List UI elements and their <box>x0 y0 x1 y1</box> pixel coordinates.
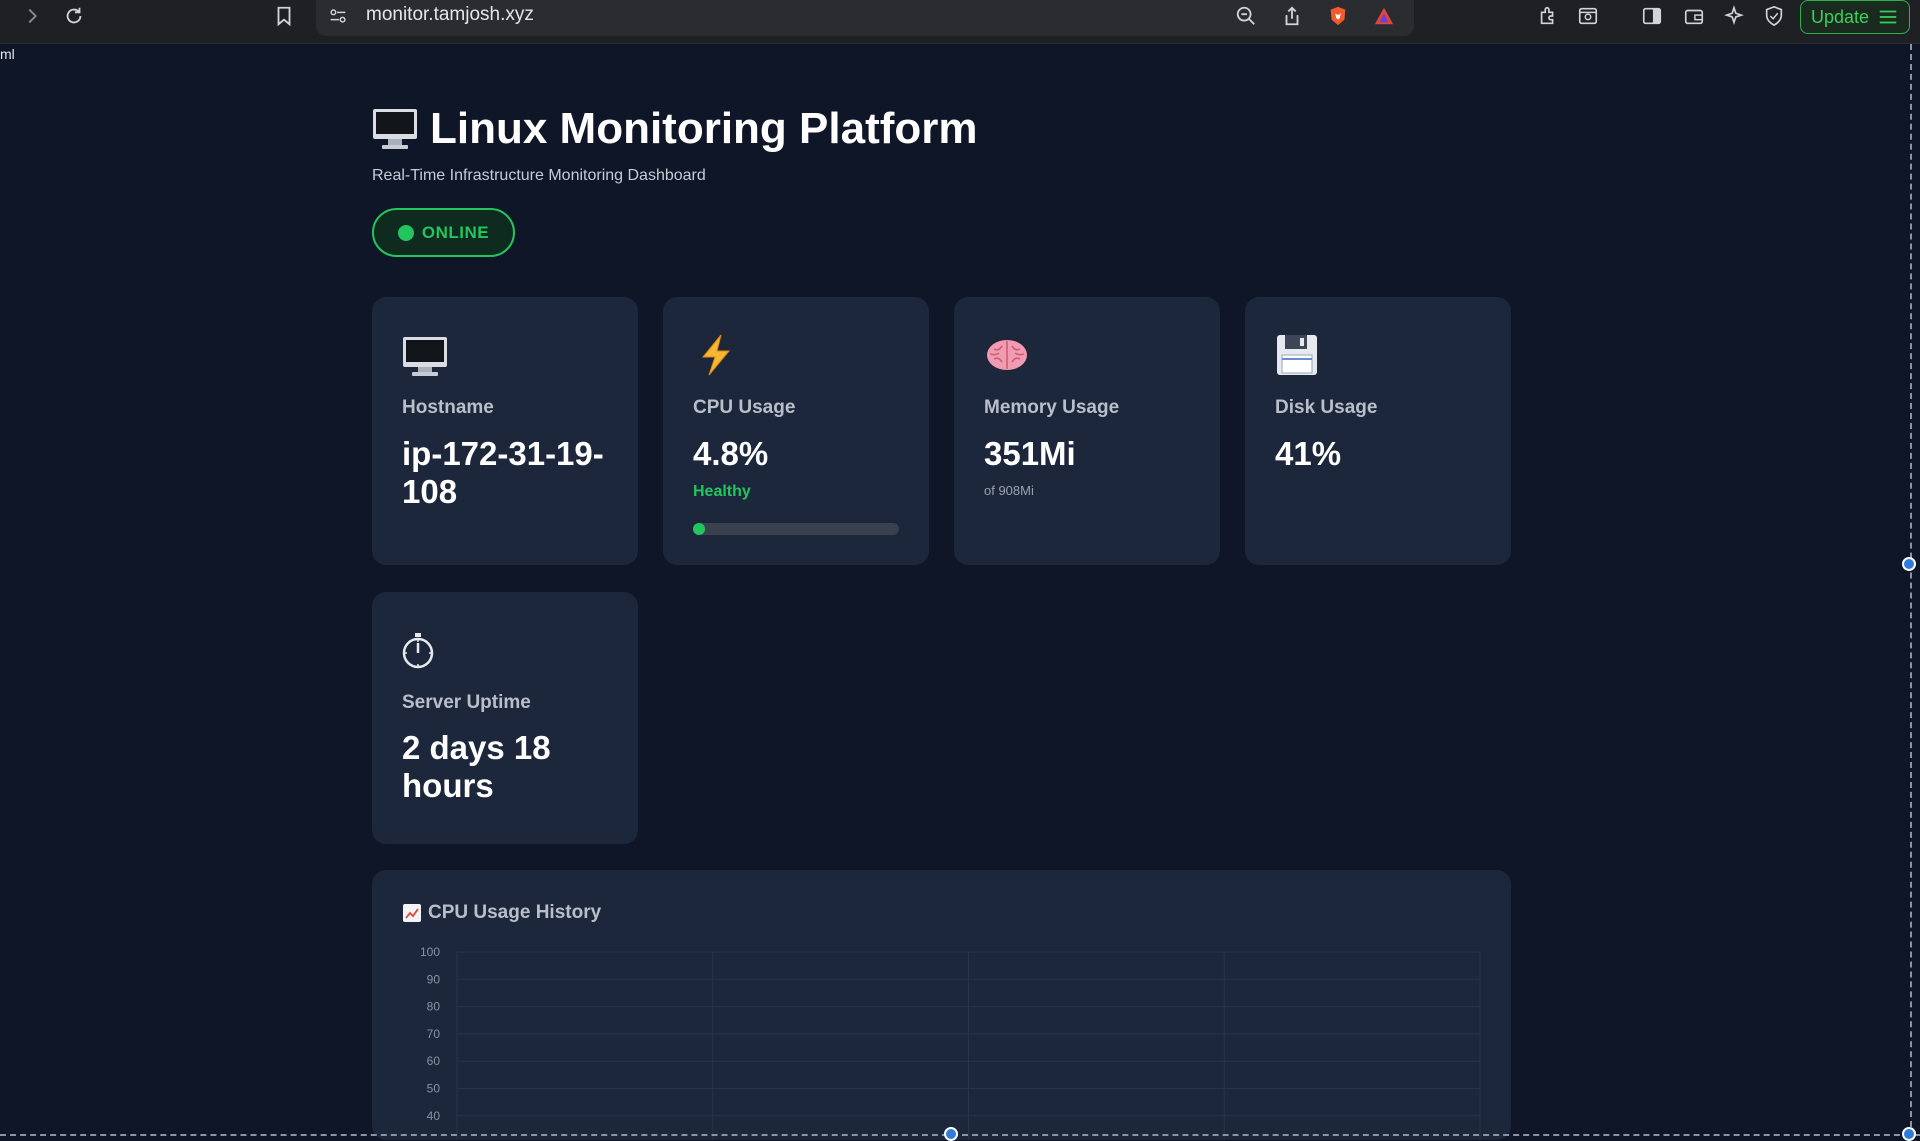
cpu-status-text: Healthy <box>693 483 751 500</box>
resize-handle-right[interactable] <box>1902 557 1916 571</box>
disk-label: Disk Usage <box>1275 397 1378 418</box>
sidebar-toggle-icon[interactable] <box>1640 4 1664 28</box>
cpu-progress-bar <box>693 523 899 535</box>
cpu-card: CPU Usage 4.8% Healthy <box>663 297 929 565</box>
leo-ai-icon[interactable] <box>1722 4 1746 28</box>
update-label: Update <box>1811 6 1870 27</box>
browser-toolbar: monitor.tamjosh.xyz Update <box>0 0 1920 44</box>
lightning-icon <box>701 334 731 376</box>
reader-mode-icon[interactable] <box>1576 4 1600 28</box>
status-dot-icon <box>397 224 414 241</box>
chart-y-tick-label: 100 <box>420 945 440 959</box>
chart-y-tick-label: 90 <box>427 972 441 986</box>
uptime-value: 2 days 18 hours <box>402 729 551 804</box>
memory-value: 351Mi <box>984 435 1076 472</box>
chart-y-tick-label: 60 <box>427 1054 441 1068</box>
cpu-progress-fill <box>693 523 705 535</box>
bookmark-icon[interactable] <box>272 4 296 28</box>
computer-icon <box>403 337 447 376</box>
brave-shields-icon[interactable] <box>1326 4 1350 28</box>
cpu-history-chart-card: CPU Usage History 100 90 80 70 60 50 40 <box>372 870 1511 1140</box>
chart-y-tick-label: 70 <box>427 1027 441 1041</box>
chart-title-text: CPU Usage History <box>428 902 602 923</box>
page-subtitle: Real-Time Infrastructure Monitoring Dash… <box>372 167 706 184</box>
memory-card: Memory Usage 351Mi of 908Mi <box>954 297 1220 565</box>
uptime-label: Server Uptime <box>402 692 531 713</box>
chart-y-tick-label: 50 <box>427 1082 441 1096</box>
uptime-card: Server Uptime 2 days 18 hours <box>372 592 638 844</box>
resize-handle-corner[interactable] <box>1902 1127 1916 1141</box>
selection-guide-bottom <box>0 1134 1920 1136</box>
stopwatch-icon <box>402 633 434 669</box>
memory-label: Memory Usage <box>984 397 1120 418</box>
brave-rewards-icon[interactable] <box>1372 4 1396 28</box>
hostname-card: Hostname ip-172-31-19-108 <box>372 297 638 565</box>
chart-increasing-icon <box>403 904 421 922</box>
status-label: ONLINE <box>421 222 490 242</box>
disk-card: Disk Usage 41% <box>1245 297 1511 565</box>
vpn-shield-icon[interactable] <box>1762 4 1786 28</box>
share-icon[interactable] <box>1280 4 1304 28</box>
wallet-icon[interactable] <box>1682 4 1706 28</box>
update-button[interactable]: Update <box>1800 0 1910 34</box>
memory-total-text: of 908Mi <box>984 483 1034 498</box>
address-bar[interactable]: monitor.tamjosh.xyz <box>316 0 1414 36</box>
zoom-out-icon[interactable] <box>1234 4 1258 28</box>
forward-icon[interactable] <box>20 4 44 28</box>
disk-value: 41% <box>1275 435 1342 472</box>
side-fragment-text: ml <box>0 46 15 62</box>
url-text[interactable]: monitor.tamjosh.xyz <box>366 4 534 26</box>
cpu-history-chart: 100 90 80 70 60 50 40 <box>420 945 1481 1140</box>
extensions-icon[interactable] <box>1536 4 1560 28</box>
hostname-label: Hostname <box>402 397 494 418</box>
chart-y-tick-label: 40 <box>427 1109 441 1123</box>
chart-title: CPU Usage History <box>402 902 601 924</box>
hostname-value: ip-172-31-19-108 <box>402 435 604 510</box>
computer-icon <box>373 109 417 149</box>
floppy-disk-icon <box>1277 335 1317 375</box>
cpu-value: 4.8% <box>693 435 769 472</box>
brain-icon <box>987 340 1027 370</box>
reload-icon[interactable] <box>62 4 86 28</box>
cpu-label: CPU Usage <box>693 397 796 418</box>
hamburger-menu-icon <box>1879 10 1897 24</box>
page-title: Linux Monitoring Platform <box>372 104 978 154</box>
site-settings-icon[interactable] <box>326 4 350 28</box>
status-badge: ONLINE <box>372 208 515 257</box>
selection-guide-right <box>1910 44 1912 1137</box>
chart-y-tick-label: 80 <box>427 1000 441 1014</box>
page-title-text: Linux Monitoring Platform <box>430 104 978 153</box>
resize-handle-bottom[interactable] <box>944 1127 958 1141</box>
